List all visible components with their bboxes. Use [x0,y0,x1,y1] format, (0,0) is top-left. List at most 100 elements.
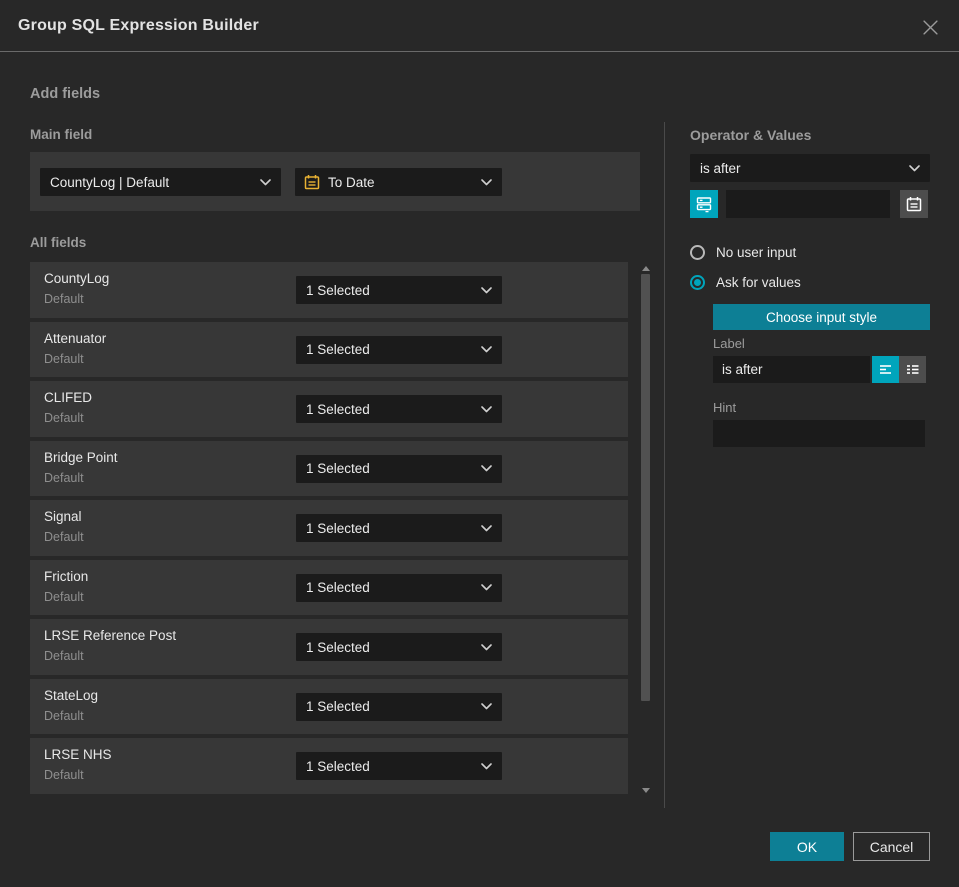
field-name: Attenuator [44,330,107,346]
field-selection-dropdown[interactable]: 1 Selected [296,276,502,304]
ok-button[interactable]: OK [770,832,844,861]
field-selection-dropdown[interactable]: 1 Selected [296,335,502,364]
add-fields-heading: Add fields [30,86,101,102]
field-selection-value: 1 Selected [306,342,370,357]
field-name: Friction [44,568,89,584]
field-selection-dropdown[interactable]: 1 Selected [296,752,502,780]
field-row: Bridge Point Default 1 Selected [30,440,628,496]
panel-divider [664,122,665,808]
chevron-down-icon [481,405,492,413]
field-type: Default [44,470,84,485]
radio-circle-icon [690,245,705,260]
field-selection-value: 1 Selected [306,401,370,417]
field-name: Signal [44,509,82,524]
hint-field-label: Hint [713,400,737,415]
field-type: Default [44,292,84,306]
field-selection-value: 1 Selected [306,639,370,655]
label-field-label: Label [713,336,745,351]
hint-input[interactable] [713,420,925,447]
field-row: LRSE Reference Post Default 1 Selected [30,619,628,675]
label-input[interactable] [713,356,870,383]
chevron-down-icon [481,703,492,710]
field-row: Attenuator Default 1 Selected [30,321,628,377]
field-type: Default [44,411,84,425]
date-mode-dropdown-value: To Date [328,174,375,190]
field-name: Bridge Point [44,449,118,465]
chevron-down-icon [481,346,492,353]
field-selection-value: 1 Selected [306,699,370,714]
field-selection-value: 1 Selected [306,282,370,298]
chevron-down-icon [481,286,492,294]
field-name: StateLog [44,687,99,703]
field-selection-value: 1 Selected [306,580,370,595]
field-row: CLIFED Default 1 Selected [30,381,628,437]
chevron-down-icon [481,524,492,532]
field-name: LRSE Reference Post [44,628,177,643]
chevron-down-icon [481,178,492,186]
main-field-card: CountyLog | Default To Date [30,152,640,211]
field-type: Default [44,351,84,366]
chevron-down-icon [481,584,492,591]
field-selection-dropdown[interactable]: 1 Selected [296,514,502,542]
fields-list-scrollbar [640,262,651,798]
field-name: LRSE NHS [44,747,112,762]
field-name: CountyLog [44,271,110,286]
field-selection-value: 1 Selected [306,520,370,536]
field-selection-value: 1 Selected [306,461,370,476]
main-field-dropdown[interactable]: CountyLog | Default [40,168,281,196]
radio-ask-for-values[interactable]: Ask for values [690,275,801,290]
chevron-down-icon [481,643,492,651]
dialog-titlebar: Group SQL Expression Builder [0,0,959,52]
field-type: Default [44,589,84,604]
field-row: Signal Default 1 Selected [30,500,628,556]
radio-circle-selected-icon [690,275,705,290]
field-selection-dropdown[interactable]: 1 Selected [296,454,502,483]
scrollbar-up-arrow[interactable] [642,266,650,271]
field-row: CountyLog Default 1 Selected [30,262,628,318]
field-selection-dropdown[interactable]: 1 Selected [296,692,502,721]
single-line-style-button[interactable] [872,356,899,383]
value-input[interactable] [726,190,890,218]
field-type: Default [44,530,84,544]
field-selection-dropdown[interactable]: 1 Selected [296,573,502,602]
operator-values-heading: Operator & Values [690,127,812,143]
choose-input-style-button[interactable]: Choose input style [713,304,930,330]
value-row [690,190,930,218]
field-row: StateLog Default 1 Selected [30,678,628,734]
main-field-label: Main field [30,127,93,142]
align-left-icon [879,365,892,374]
field-type: Default [44,649,84,663]
field-row: Friction Default 1 Selected [30,559,628,615]
chevron-down-icon [481,762,492,770]
field-selection-value: 1 Selected [306,758,370,774]
operator-dropdown-value: is after [700,160,741,176]
chevron-down-icon [909,164,920,172]
dialog-title: Group SQL Expression Builder [18,16,259,34]
field-name: CLIFED [44,390,93,405]
scrollbar-down-arrow[interactable] [642,788,650,793]
field-row: LRSE NHS Default 1 Selected [30,738,628,794]
cancel-button[interactable]: Cancel [853,832,930,861]
date-mode-dropdown[interactable]: To Date [295,168,502,196]
stacked-rows-icon [696,196,712,212]
group-sql-expression-builder-dialog: Group SQL Expression Builder Add fields … [0,0,959,887]
radio-no-user-input-label: No user input [716,245,797,260]
field-type: Default [44,768,84,782]
close-icon [922,19,938,35]
list-icon [906,365,920,374]
radio-no-user-input[interactable]: No user input [690,245,796,260]
value-source-button[interactable] [690,190,718,218]
field-type: Default [44,708,84,723]
field-selection-dropdown[interactable]: 1 Selected [296,633,502,661]
date-picker-button[interactable] [900,190,928,218]
field-selection-dropdown[interactable]: 1 Selected [296,395,502,423]
operator-dropdown[interactable]: is after [690,154,930,182]
chevron-down-icon [260,178,271,186]
close-button[interactable] [917,14,943,40]
chevron-down-icon [481,465,492,472]
all-fields-label: All fields [30,235,87,250]
calendar-icon [304,174,320,190]
calendar-icon [906,196,922,212]
scrollbar-thumb[interactable] [641,274,650,701]
list-style-button[interactable] [899,356,926,383]
